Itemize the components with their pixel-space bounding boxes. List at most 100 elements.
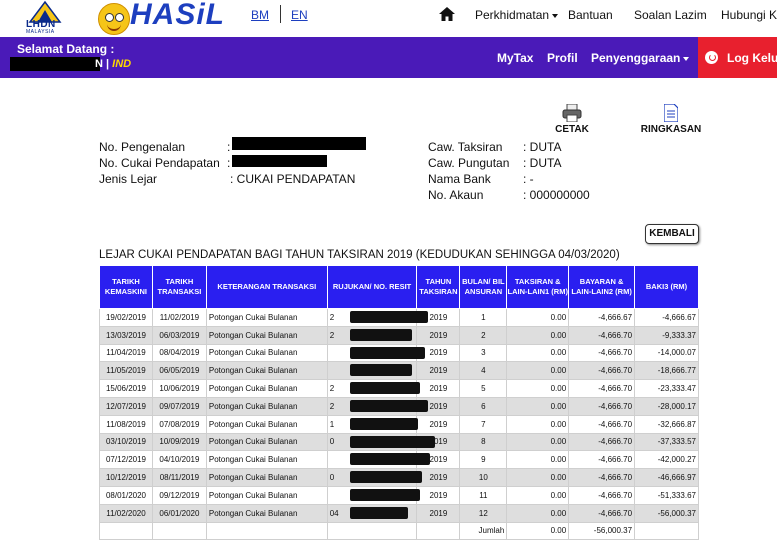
col-installment: BULAN/ BIL ANSURAN <box>459 265 508 309</box>
cell-description: Potongan Cukai Bulanan <box>205 379 328 398</box>
reference-prefix: 1 <box>329 419 335 429</box>
lang-en-link[interactable]: EN <box>291 8 308 22</box>
cell-assessment-amount: 0.00 <box>506 396 570 416</box>
cell-payment-amount: -4,666.70 <box>568 361 636 381</box>
total-empty-cell <box>205 521 328 541</box>
logout-label: Log Keluar <box>727 51 777 65</box>
lhdn-logo[interactable]: LHDN MALAYSIA <box>16 0 76 35</box>
user-bar: Selamat Datang : N | IND MyTax Profil Pe… <box>0 37 777 78</box>
cell-description: Potongan Cukai Bulanan <box>205 468 328 487</box>
tax-number-label: No. Cukai Pendapatan <box>99 156 220 170</box>
cell-payment-amount: -4,666.70 <box>568 450 636 470</box>
document-icon <box>664 104 678 122</box>
home-icon[interactable] <box>439 7 455 21</box>
tax-number-colon: : <box>227 156 231 170</box>
cell-reference: 2 <box>326 308 428 327</box>
cell-description: Potongan Cukai Bulanan <box>205 308 328 327</box>
cell-reference: 2 <box>326 379 420 398</box>
cell-reference: 04 <box>326 503 418 523</box>
table-row: 03/10/2019 10/09/2019 Potongan Cukai Bulan… <box>99 432 699 452</box>
cell-payment-amount: -4,666.70 <box>568 343 636 363</box>
user-name-suffix: N <box>95 58 103 70</box>
cell-balance: -14,000.07 <box>634 343 699 363</box>
redacted-reference <box>349 417 418 430</box>
reference-prefix: 04 <box>329 508 339 518</box>
col-assessment-year: TAHUN TAKSIRAN <box>416 265 461 309</box>
redacted-reference <box>349 328 412 341</box>
col-transaction-date: TARIKH TRANSAKSI <box>151 265 207 309</box>
cell-assessment-amount: 0.00 <box>506 503 570 523</box>
cell-assessment-year: 2019 <box>416 468 461 487</box>
mascot-icon <box>98 3 130 35</box>
cell-updated-date: 12/07/2019 <box>99 396 153 416</box>
nav-soalan-lazim[interactable]: Soalan Lazim <box>634 8 707 22</box>
nav-hubungi-kami[interactable]: Hubungi Kami <box>721 8 777 22</box>
summary-button[interactable]: RINGKASAN <box>638 104 704 136</box>
cell-reference: 2 <box>326 396 428 416</box>
table-row: 11/04/2019 08/04/2019 Potongan Cukai Bulan… <box>99 343 699 363</box>
table-row: 19/02/2019 11/02/2019 Potongan Cukai Bulan… <box>99 308 699 327</box>
cell-transaction-date: 06/01/2020 <box>151 503 207 523</box>
print-label: CETAK <box>555 124 589 135</box>
bank-name-label: Nama Bank <box>428 172 491 186</box>
cell-transaction-date: 06/05/2019 <box>151 361 207 381</box>
cell-installment: 1 <box>459 308 508 327</box>
cell-installment: 2 <box>459 325 508 345</box>
cell-installment: 11 <box>459 485 508 505</box>
table-row: 12/07/2019 09/07/2019 Potongan Cukai Bulan… <box>99 396 699 416</box>
cell-assessment-amount: 0.00 <box>506 414 570 434</box>
cell-installment: 4 <box>459 361 508 381</box>
total-label: Jumlah <box>459 521 508 541</box>
cell-balance: -32,666.87 <box>634 414 699 434</box>
redacted-reference <box>349 311 428 323</box>
cell-balance: -4,666.67 <box>634 308 699 327</box>
cell-assessment-amount: 0.00 <box>506 325 570 345</box>
cell-transaction-date: 10/09/2019 <box>151 432 207 452</box>
cell-reference <box>326 361 418 381</box>
nav-perkhidmatan[interactable]: Perkhidmatan <box>475 8 559 22</box>
cell-updated-date: 19/02/2019 <box>99 308 153 327</box>
cell-balance: -9,333.37 <box>634 325 699 345</box>
table-row: 07/12/2019 04/10/2019 Potongan Cukai Bulan… <box>99 450 699 470</box>
logout-button[interactable]: Log Keluar <box>698 37 777 78</box>
nav-profil[interactable]: Profil <box>547 51 578 65</box>
hasil-logo[interactable]: HASiL <box>94 0 225 35</box>
cell-assessment-year: 2019 <box>416 325 461 345</box>
cell-assessment-amount: 0.00 <box>506 379 570 398</box>
total-empty-cell <box>326 521 418 541</box>
account-number-label: No. Akaun <box>428 188 484 202</box>
lang-ind[interactable]: IND <box>112 58 131 70</box>
lang-separator: | <box>106 58 110 70</box>
ledger-body: 19/02/2019 11/02/2019 Potongan Cukai Bulan… <box>99 308 699 541</box>
cell-description: Potongan Cukai Bulanan <box>205 325 328 345</box>
lang-bm-link[interactable]: BM <box>251 8 269 22</box>
reference-prefix: 0 <box>329 473 335 483</box>
hasil-logo-text: HASiL <box>130 0 225 31</box>
redacted-reference <box>349 399 428 412</box>
cell-installment: 6 <box>459 396 508 416</box>
print-button[interactable]: CETAK <box>550 104 594 136</box>
nav-bantuan[interactable]: Bantuan <box>568 8 613 22</box>
back-button[interactable]: KEMBALI <box>645 224 699 244</box>
assessment-branch-value: : DUTA <box>523 140 562 154</box>
cell-assessment-year: 2019 <box>416 414 461 434</box>
cell-balance: -46,666.97 <box>634 468 699 487</box>
reference-prefix: 2 <box>329 384 335 394</box>
collection-branch-label: Caw. Pungutan <box>428 156 510 170</box>
redacted-reference <box>349 346 425 359</box>
cell-description: Potongan Cukai Bulanan <box>205 414 328 434</box>
nav-mytax[interactable]: MyTax <box>497 51 533 65</box>
cell-updated-date: 08/01/2020 <box>99 485 153 505</box>
nav-penyenggaraan[interactable]: Penyenggaraan <box>591 51 690 65</box>
cell-payment-amount: -4,666.70 <box>568 432 636 452</box>
cell-installment: 12 <box>459 503 508 523</box>
cell-reference: 0 <box>326 432 435 452</box>
cell-balance: -37,333.57 <box>634 432 699 452</box>
table-row: 11/05/2019 06/05/2019 Potongan Cukai Bulan… <box>99 361 699 381</box>
bank-name-value: : - <box>523 172 534 186</box>
id-number-colon: : <box>227 140 231 154</box>
col-description: KETERANGAN TRANSAKSI <box>205 265 328 309</box>
cell-installment: 7 <box>459 414 508 434</box>
cell-transaction-date: 04/10/2019 <box>151 450 207 470</box>
cell-reference <box>326 450 430 470</box>
